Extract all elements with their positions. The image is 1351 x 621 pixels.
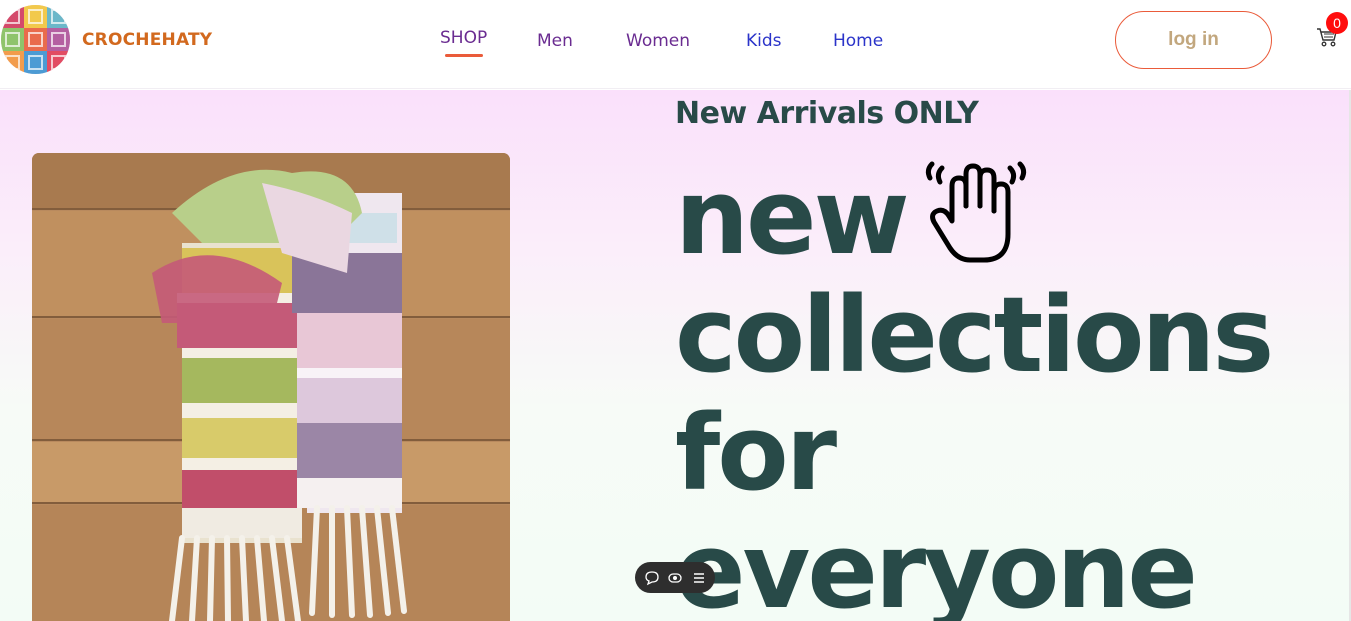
hero-headline-line-2: collections	[675, 274, 1274, 396]
crochet-scarf-photo	[32, 153, 510, 621]
hero-headline-line-4: everyone	[675, 510, 1198, 621]
hero-headline-line-3: for	[675, 392, 837, 514]
top-navbar: CROCHEHATY SHOP Men Women Kids Home log …	[0, 0, 1351, 89]
eye-icon[interactable]	[667, 570, 683, 586]
nav-home[interactable]: Home	[833, 31, 883, 51]
cart-count-badge: 0	[1326, 12, 1348, 34]
login-button[interactable]: log in	[1115, 11, 1272, 69]
hero-subtitle: New Arrivals ONLY	[675, 96, 979, 131]
brand-logo[interactable]	[1, 5, 70, 74]
nav-women[interactable]: Women	[626, 31, 690, 51]
menu-icon[interactable]	[691, 570, 707, 586]
hero-headline-line-1: new	[675, 156, 910, 278]
floating-toolbar	[635, 562, 715, 593]
nav-kids[interactable]: Kids	[746, 31, 782, 51]
brand-name[interactable]: CROCHEHATY	[82, 30, 212, 50]
waving-hand-icon	[922, 156, 1032, 268]
nav-men[interactable]: Men	[537, 31, 573, 51]
active-nav-underline	[445, 54, 483, 57]
nav-shop[interactable]: SHOP	[440, 28, 487, 48]
comment-icon[interactable]	[644, 570, 660, 586]
